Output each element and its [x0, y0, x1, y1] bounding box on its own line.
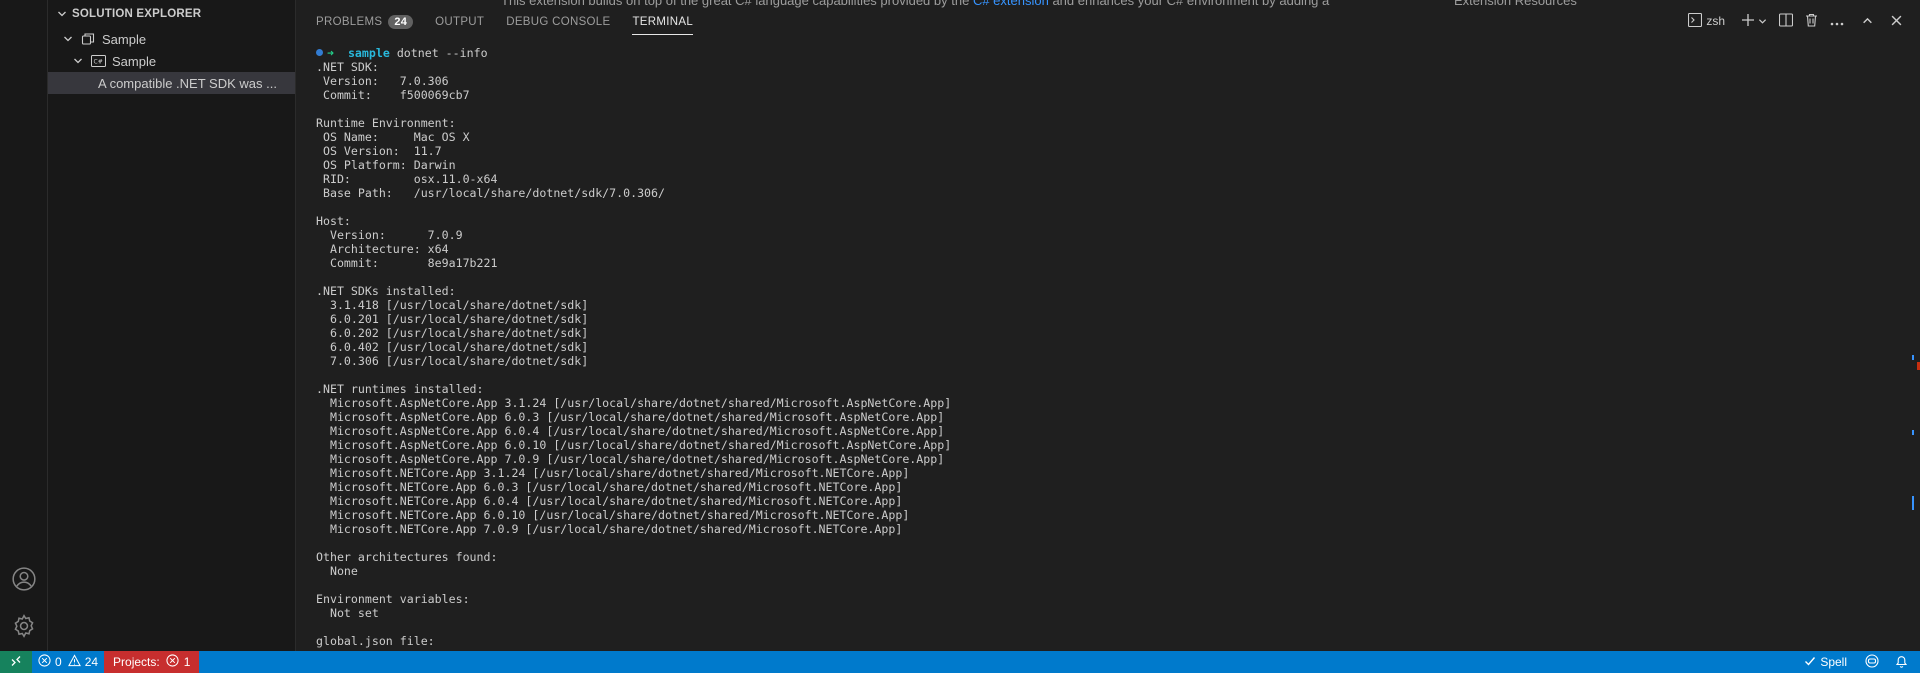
ellipsis-icon: [1830, 14, 1844, 29]
command-output: .NET SDK: Version: 7.0.306 Commit: f5000…: [316, 60, 952, 648]
status-bar: 0 24 Projects: 1 Spell: [0, 651, 1920, 673]
new-terminal-button[interactable]: [1741, 13, 1767, 30]
tree-item-label: Sample: [112, 53, 157, 69]
terminal-shell-selector[interactable]: zsh: [1688, 12, 1725, 30]
chevron-down-icon: [54, 9, 70, 19]
tab-problems[interactable]: PROBLEMS 24: [316, 9, 414, 35]
solution-explorer-header[interactable]: SOLUTION EXPLORER: [48, 0, 295, 28]
notifications-button[interactable]: [1887, 651, 1920, 673]
csharp-extension-link[interactable]: C# extension: [973, 0, 1049, 8]
background-editor-text: This extension builds on top of the grea…: [501, 0, 1329, 8]
plus-icon: [1741, 13, 1755, 30]
check-icon: [1804, 655, 1816, 670]
tab-terminal[interactable]: TERMINAL: [632, 9, 693, 35]
kill-terminal-button[interactable]: [1805, 13, 1818, 30]
solution-icon: [80, 32, 96, 46]
tab-label: PROBLEMS: [316, 16, 383, 28]
sdk-error-message: A compatible .NET SDK was ...: [98, 75, 277, 91]
background-text-right: and enhances your C# environment by addi…: [1052, 0, 1330, 8]
bell-icon: [1895, 654, 1908, 671]
spell-label: Spell: [1820, 655, 1847, 669]
tree-item-project[interactable]: C# Sample: [48, 50, 295, 72]
close-icon: [1891, 14, 1902, 29]
extension-resources-text: Extension Resources: [1454, 0, 1577, 8]
maximize-panel-button[interactable]: [1862, 14, 1873, 29]
shell-name: zsh: [1706, 14, 1725, 28]
prompt-dot-icon: [316, 49, 323, 56]
prompt-arrow-icon: ➜: [327, 46, 334, 60]
error-icon: [38, 654, 51, 670]
tab-label: TERMINAL: [632, 16, 694, 28]
remote-icon: [10, 655, 22, 670]
tree-item-label: Sample: [102, 31, 147, 47]
trash-icon: [1805, 13, 1818, 30]
prompt-indicator: ➜: [316, 46, 334, 60]
solution-explorer-title: SOLUTION EXPLORER: [72, 8, 202, 20]
remote-indicator[interactable]: [0, 651, 32, 673]
scroll-marker: [1912, 430, 1914, 435]
tab-output[interactable]: OUTPUT: [435, 9, 484, 35]
split-icon: [1778, 12, 1794, 30]
tab-label: DEBUG CONSOLE: [506, 16, 611, 28]
projects-status[interactable]: Projects: 1: [104, 651, 200, 673]
panel-actions: zsh: [1676, 11, 1902, 31]
chevron-down-icon: [1758, 14, 1767, 29]
warning-count: 24: [84, 655, 99, 669]
activity-bar: [0, 0, 48, 651]
tab-label: OUTPUT: [435, 16, 485, 28]
split-terminal-button[interactable]: [1778, 12, 1794, 30]
chevron-down-icon: [70, 56, 86, 66]
prompt-directory: sample: [347, 46, 390, 60]
accounts-icon[interactable]: [0, 555, 48, 603]
warning-icon: [67, 654, 81, 670]
background-text-left: This extension builds on top of the grea…: [501, 0, 970, 8]
spell-check-status[interactable]: Spell: [1798, 651, 1857, 673]
copilot-icon: [1865, 653, 1879, 671]
chevron-up-icon: [1862, 14, 1873, 29]
error-icon: [166, 654, 179, 670]
solution-explorer-sidebar: SOLUTION EXPLORER Sample C# Sample A com…: [48, 0, 296, 651]
scroll-marker: [1912, 355, 1914, 360]
close-panel-button[interactable]: [1891, 14, 1902, 29]
status-bar-right: Spell: [1798, 651, 1920, 673]
copilot-status[interactable]: [1857, 651, 1887, 673]
terminal-output[interactable]: ➜ sample dotnet --info .NET SDK: Version…: [316, 46, 1900, 648]
tree-item-sdk-error[interactable]: A compatible .NET SDK was ...: [48, 72, 295, 94]
more-actions-button[interactable]: [1830, 14, 1844, 29]
problems-count-badge: 24: [388, 15, 414, 29]
svg-text:C#: C#: [93, 59, 102, 66]
problems-status[interactable]: 0 24: [32, 651, 104, 673]
chevron-down-icon: [60, 34, 76, 44]
projects-label: Projects:: [113, 655, 160, 669]
terminal-panel: This extension builds on top of the grea…: [296, 0, 1920, 651]
error-count: 0: [55, 655, 62, 669]
terminal-icon: [1688, 12, 1703, 30]
settings-gear-icon[interactable]: [0, 602, 48, 650]
tab-debug-console[interactable]: DEBUG CONSOLE: [506, 9, 610, 35]
tree-item-solution[interactable]: Sample: [48, 28, 295, 50]
projects-error-count: 1: [183, 655, 191, 669]
csharp-project-icon: C#: [90, 55, 106, 67]
panel-tabs: PROBLEMS 24 OUTPUT DEBUG CONSOLE TERMINA…: [316, 9, 715, 35]
prompt-command: dotnet --info: [389, 46, 488, 60]
scroll-marker: [1912, 496, 1914, 510]
